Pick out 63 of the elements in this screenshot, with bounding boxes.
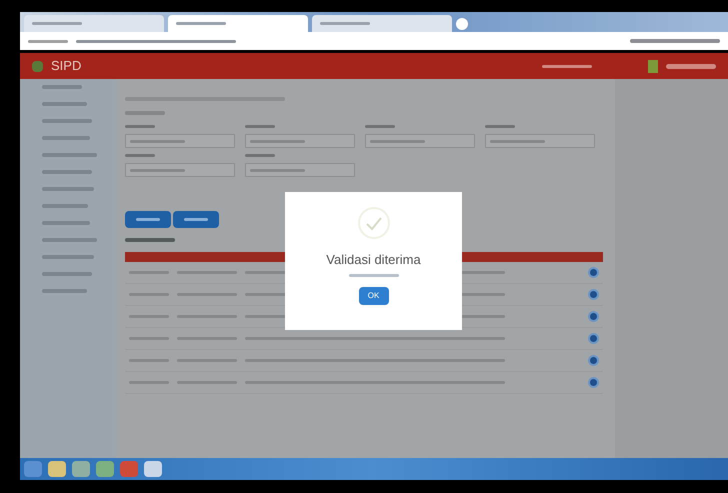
blurred-text bbox=[42, 289, 87, 293]
new-tab-icon[interactable] bbox=[456, 18, 468, 30]
browser-tab[interactable] bbox=[24, 15, 164, 32]
taskbar-app-icon[interactable] bbox=[72, 461, 90, 477]
taskbar-app-icon[interactable] bbox=[48, 461, 66, 477]
blurred-text bbox=[666, 64, 716, 68]
blurred-text bbox=[42, 187, 94, 191]
blurred-text bbox=[245, 154, 275, 157]
blurred-text bbox=[485, 125, 515, 128]
detail-icon[interactable] bbox=[588, 311, 599, 322]
blurred-text bbox=[250, 140, 305, 142]
detail-icon[interactable] bbox=[588, 355, 599, 366]
blurred-text bbox=[125, 238, 175, 242]
blurred-text bbox=[320, 22, 370, 25]
blurred-text bbox=[42, 119, 92, 123]
blurred-text bbox=[125, 154, 155, 157]
select-field[interactable] bbox=[485, 134, 595, 148]
blurred-text bbox=[130, 168, 185, 172]
search-button[interactable] bbox=[125, 211, 171, 228]
detail-icon[interactable] bbox=[588, 289, 599, 300]
app-title: SIPD bbox=[51, 57, 82, 76]
blurred-text bbox=[370, 140, 425, 142]
check-icon bbox=[356, 206, 390, 240]
taskbar-app-icon[interactable] bbox=[24, 461, 42, 477]
detail-icon[interactable] bbox=[588, 333, 599, 344]
export-button[interactable] bbox=[173, 211, 219, 228]
dialog-title: Validasi diterima bbox=[326, 251, 421, 269]
blurred-text bbox=[28, 40, 68, 42]
blurred-text bbox=[42, 85, 82, 89]
select-field[interactable] bbox=[245, 134, 355, 148]
select-field[interactable] bbox=[245, 163, 355, 177]
select-field[interactable] bbox=[125, 134, 235, 148]
detail-icon[interactable] bbox=[588, 267, 599, 278]
taskbar-app-icon[interactable] bbox=[96, 461, 114, 477]
blurred-text bbox=[42, 272, 92, 276]
blurred-text bbox=[42, 238, 97, 242]
select-field[interactable] bbox=[365, 134, 475, 148]
blurred-text bbox=[365, 125, 395, 128]
blurred-text bbox=[245, 125, 275, 128]
blurred-text bbox=[42, 153, 97, 157]
blurred-text bbox=[42, 170, 92, 174]
select-field[interactable] bbox=[125, 163, 235, 177]
detail-icon[interactable] bbox=[588, 377, 599, 388]
user-avatar-icon[interactable] bbox=[648, 60, 658, 72]
blurred-text bbox=[125, 125, 155, 128]
blurred-text bbox=[42, 136, 90, 140]
blurred-text bbox=[490, 140, 545, 142]
blurred-text bbox=[542, 64, 592, 68]
ok-button[interactable]: OK bbox=[358, 286, 388, 304]
blurred-text bbox=[250, 168, 305, 172]
blurred-text bbox=[176, 22, 226, 25]
taskbar-app-icon[interactable] bbox=[144, 461, 162, 477]
blurred-text bbox=[42, 102, 87, 106]
browser-tab[interactable] bbox=[312, 15, 452, 32]
blurred-text bbox=[184, 218, 208, 221]
blurred-text bbox=[136, 218, 160, 221]
logo-icon bbox=[32, 60, 43, 72]
browser-tab[interactable] bbox=[168, 15, 308, 32]
blurred-text bbox=[32, 22, 82, 25]
blurred-text bbox=[42, 204, 88, 208]
blurred-text bbox=[42, 255, 94, 259]
blurred-text bbox=[42, 221, 90, 225]
blurred-text bbox=[130, 140, 185, 142]
